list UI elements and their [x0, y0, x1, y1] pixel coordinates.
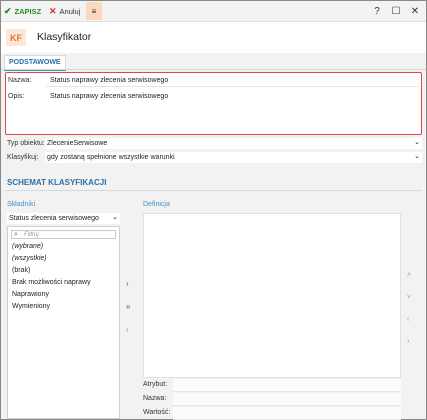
maximize-button[interactable]: ☐: [389, 4, 403, 18]
move-left-button[interactable]: ‹: [407, 316, 409, 323]
maximize-icon: ☐: [391, 5, 401, 17]
close-window-button[interactable]: ✕: [408, 4, 422, 18]
close-window-icon: ✕: [410, 5, 420, 17]
value-label: Wartość:: [143, 409, 171, 416]
list-item[interactable]: Wymieniony: [12, 303, 50, 310]
main-content: PODSTAWOWE Nazwa: Status naprawy zleceni…: [1, 53, 426, 420]
classify-value: gdy zostaną spełnione wszystkie warunki: [47, 154, 175, 161]
name-value: Status naprawy zlecenia serwisowego: [50, 77, 169, 84]
search-icon: ⌕: [14, 231, 18, 238]
components-list: ⌕ Filtruj (wybrane) (wszystkie) (brak) B…: [7, 226, 120, 419]
add-button[interactable]: ›: [126, 279, 129, 288]
description-value: Status naprawy zlecenia serwisowego: [50, 93, 169, 100]
menu-button[interactable]: ≡: [86, 2, 102, 20]
value-row: Wartość:: [143, 407, 401, 420]
chevron-down-icon: ⌄: [414, 139, 420, 146]
page-title: Klasyfikator: [37, 31, 92, 43]
hamburger-icon: ≡: [91, 6, 97, 16]
attribute-label: Atrybut:: [143, 381, 168, 388]
component-select-value: Status zlecenia serwisowego: [9, 215, 99, 222]
move-right-button[interactable]: ›: [407, 338, 409, 345]
schema-title: SCHEMAT KLASYFIKACJI: [7, 178, 107, 187]
list-item[interactable]: Naprawiony: [12, 291, 49, 298]
components-label: Składniki: [7, 201, 36, 208]
list-item[interactable]: (wybrane): [12, 243, 43, 250]
logo: KF: [6, 29, 26, 46]
chevron-down-icon: ⌄: [414, 153, 420, 160]
component-select[interactable]: Status zlecenia serwisowego ⌄: [7, 213, 120, 224]
toolbar: ✔ ZAPISZ ✕ Anuluj ≡ ? ☐ ✕: [1, 1, 426, 22]
filter-placeholder: Filtruj: [24, 231, 39, 238]
detail-name-label: Nazwa:: [143, 395, 167, 402]
object-type-value: ZlecenieSerwisowe: [47, 140, 108, 147]
classify-select[interactable]: gdy zostaną spełnione wszystkie warunki …: [45, 152, 422, 163]
tab-divider: [1, 69, 426, 70]
definition-box[interactable]: [143, 213, 401, 378]
cancel-label: Anuluj: [59, 6, 81, 16]
attribute-row: Atrybut:: [143, 379, 401, 392]
header: KF Klasyfikator: [1, 22, 426, 52]
detail-name-field[interactable]: [173, 393, 401, 406]
schema-divider: [5, 190, 422, 191]
save-button[interactable]: ✔ ZAPISZ: [4, 4, 41, 18]
list-item[interactable]: (wszystkie): [12, 255, 47, 262]
remove-button[interactable]: ‹: [126, 325, 129, 334]
name-label: Nazwa:: [8, 77, 32, 84]
chevron-down-icon: ⌄: [112, 214, 118, 221]
description-label: Opis:: [8, 93, 25, 100]
value-field[interactable]: [173, 407, 401, 420]
move-up-button[interactable]: ˄: [407, 272, 411, 279]
window: ✔ ZAPISZ ✕ Anuluj ≡ ? ☐ ✕ KF Klasyfikato…: [0, 0, 427, 420]
object-type-select[interactable]: ZlecenieSerwisowe ⌄: [45, 138, 422, 149]
save-label: ZAPISZ: [14, 6, 42, 16]
filter-input[interactable]: ⌕ Filtruj: [11, 230, 116, 239]
name-description-group: Nazwa: Status naprawy zlecenia serwisowe…: [5, 72, 422, 135]
help-button[interactable]: ?: [370, 4, 384, 18]
add-all-button[interactable]: »: [126, 302, 130, 311]
classify-label: Klasyfikuj:: [7, 154, 39, 161]
name-row: Nazwa:: [143, 393, 401, 406]
object-type-label: Typ obiektu:: [7, 140, 45, 147]
check-icon: ✔: [4, 5, 12, 16]
list-item[interactable]: Brak możliwości naprawy: [12, 279, 91, 286]
list-item[interactable]: (brak): [12, 267, 30, 274]
definition-label: Definicja: [143, 201, 170, 208]
cancel-button[interactable]: ✕ Anuluj: [49, 4, 80, 18]
move-down-button[interactable]: ˅: [407, 294, 411, 301]
close-icon: ✕: [49, 5, 57, 16]
help-icon: ?: [374, 5, 380, 17]
attribute-field[interactable]: [173, 379, 401, 392]
